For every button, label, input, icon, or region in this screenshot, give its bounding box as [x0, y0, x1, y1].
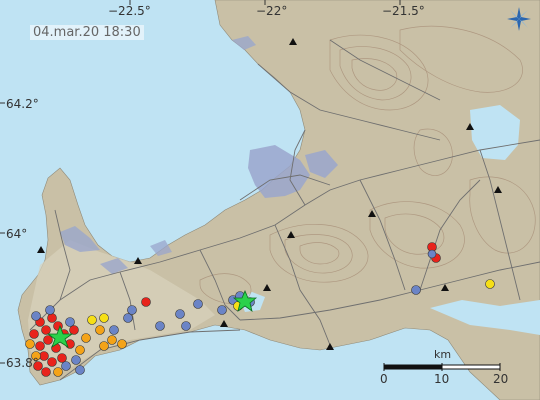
quake-marker [75, 345, 85, 355]
quake-marker [123, 313, 133, 323]
quake-marker [485, 279, 495, 289]
quake-marker [155, 321, 165, 331]
latitude-label: 64° [6, 227, 28, 241]
quake-marker [45, 305, 55, 315]
quake-marker [109, 325, 119, 335]
quake-marker [99, 313, 109, 323]
quake-marker [69, 325, 79, 335]
quake-marker [47, 313, 57, 323]
quake-marker [411, 285, 421, 295]
quake-marker [427, 249, 437, 259]
timestamp-label: 04.mar.20 18:30 [30, 25, 144, 40]
quake-marker [31, 311, 41, 321]
quake-marker [181, 321, 191, 331]
vedur-logo-icon[interactable] [506, 6, 532, 32]
quake-marker [99, 341, 109, 351]
quake-marker [217, 305, 227, 315]
scale-tick-label: 20 [493, 372, 509, 386]
quake-marker [87, 315, 97, 325]
quake-marker [43, 335, 53, 345]
quake-marker [95, 325, 105, 335]
quake-marker [141, 297, 151, 307]
quake-marker [29, 329, 39, 339]
scale-tick-label: 0 [380, 372, 388, 386]
quake-marker [117, 339, 127, 349]
quake-marker [57, 353, 67, 363]
scale-unit: km [434, 348, 452, 361]
map-canvas [0, 0, 540, 400]
longitude-label: −22.5° [108, 4, 151, 18]
quake-marker [39, 351, 49, 361]
quake-marker [25, 339, 35, 349]
quake-marker [41, 325, 51, 335]
quake-marker [175, 309, 185, 319]
longitude-label: −22° [256, 4, 288, 18]
quake-marker [127, 305, 137, 315]
quake-marker [61, 361, 71, 371]
quake-marker [75, 365, 85, 375]
latitude-label: 63.8° [6, 356, 39, 370]
quake-marker [71, 355, 81, 365]
quake-marker [53, 367, 63, 377]
quake-marker [193, 299, 203, 309]
quake-marker [47, 357, 57, 367]
quake-marker [35, 341, 45, 351]
quake-marker [107, 335, 117, 345]
latitude-label: 64.2° [6, 97, 39, 111]
scale-tick-label: 10 [434, 372, 450, 386]
longitude-label: −21.5° [382, 4, 425, 18]
quake-marker [65, 317, 75, 327]
quake-marker [41, 367, 51, 377]
quake-marker [81, 333, 91, 343]
